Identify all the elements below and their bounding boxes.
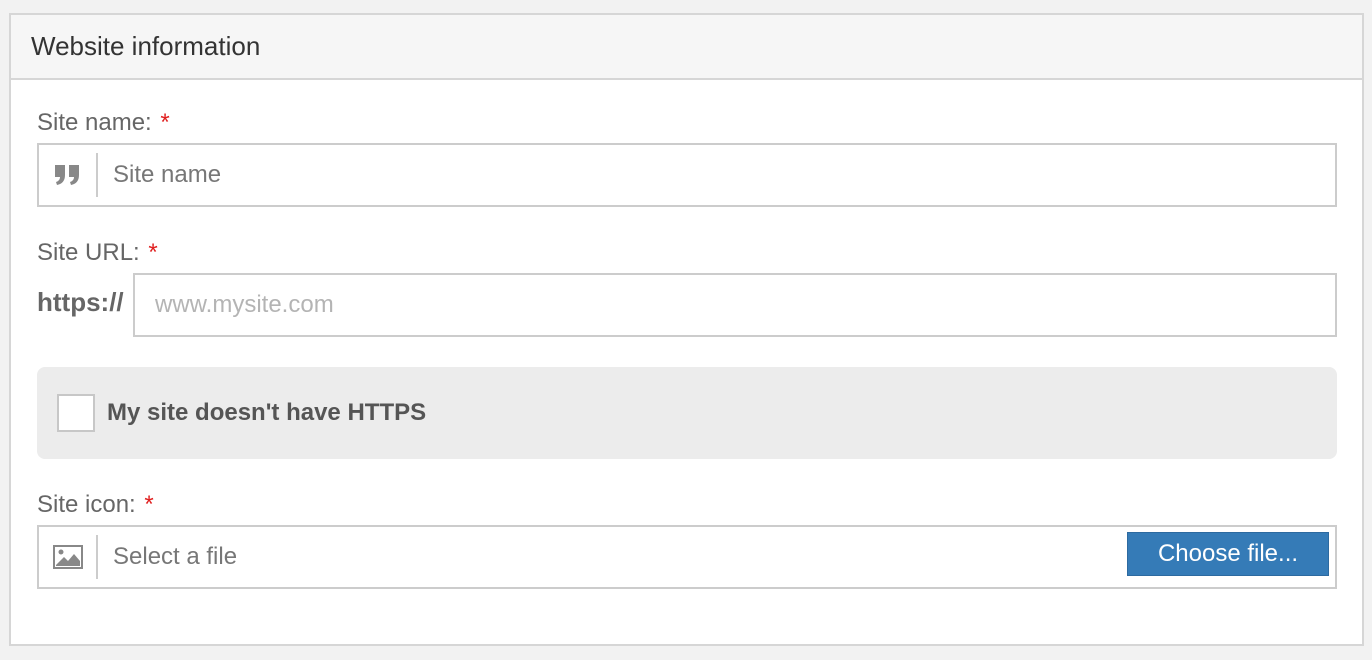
site-name-input[interactable]: Site name	[37, 143, 1337, 207]
required-asterisk: *	[144, 491, 154, 518]
site-url-label-text: Site URL:	[37, 239, 140, 266]
https-option-box: My site doesn't have HTTPS	[37, 367, 1337, 459]
no-https-checkbox[interactable]	[57, 394, 95, 432]
image-icon	[39, 535, 98, 579]
panel-header: Website information	[11, 15, 1362, 80]
site-name-label-text: Site name:	[37, 109, 152, 136]
site-url-label: Site URL: *	[37, 239, 158, 267]
website-information-panel: Website information Site name: * Site na…	[9, 13, 1364, 646]
required-asterisk: *	[160, 109, 170, 136]
quote-icon	[39, 153, 98, 197]
required-asterisk: *	[148, 239, 158, 266]
site-icon-label: Site icon: *	[37, 491, 154, 519]
url-prefix: https://	[37, 287, 124, 317]
no-https-label[interactable]: My site doesn't have HTTPS	[107, 399, 426, 427]
site-url-input[interactable]	[133, 273, 1337, 337]
choose-file-button[interactable]: Choose file...	[1127, 532, 1329, 576]
site-name-value: Site name	[113, 161, 222, 188]
site-name-label: Site name: *	[37, 109, 170, 137]
site-icon-input[interactable]: Select a file Choose file...	[37, 525, 1337, 589]
site-icon-label-text: Site icon:	[37, 491, 136, 518]
panel-title: Website information	[31, 31, 261, 61]
